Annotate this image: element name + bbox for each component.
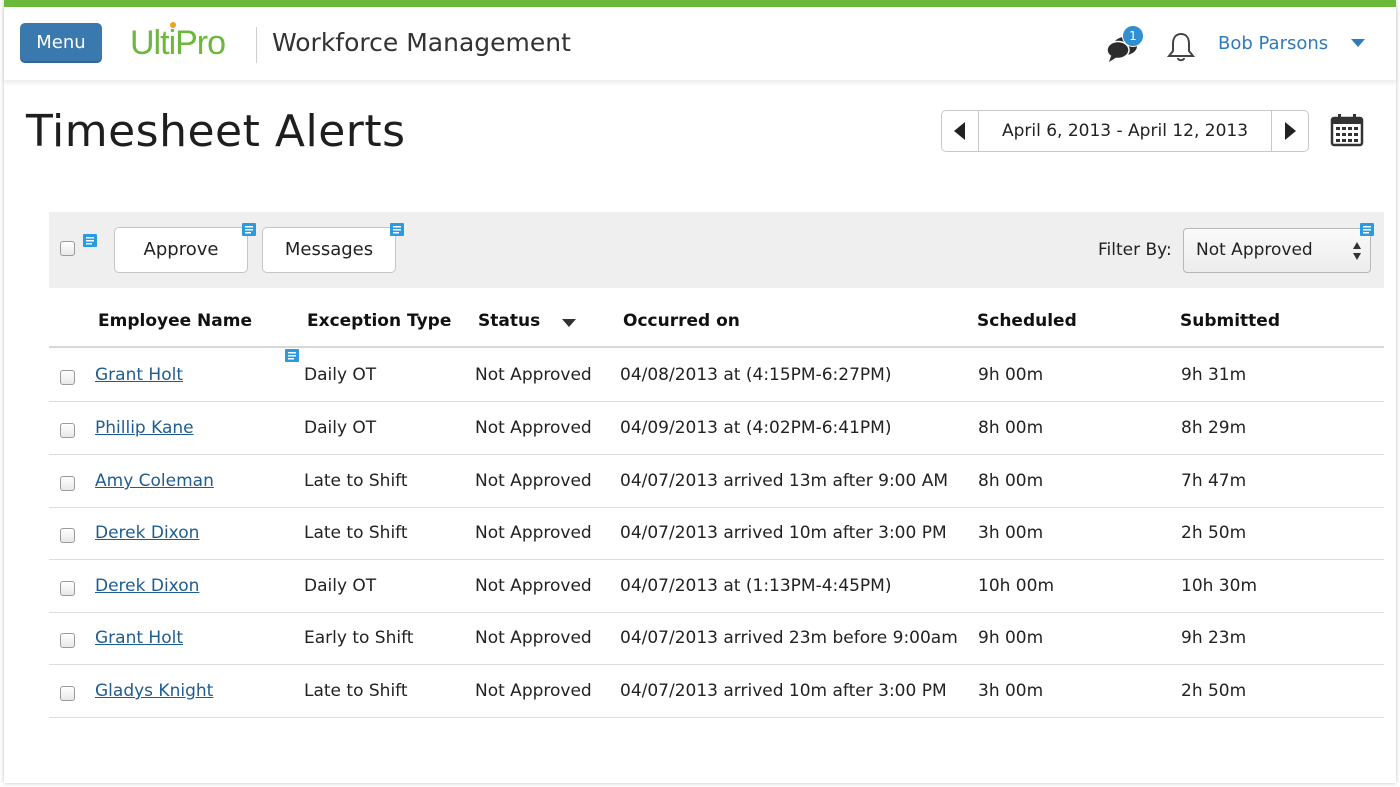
triangle-left-icon <box>954 122 965 140</box>
scheduled-cell: 9h 00m <box>978 365 1044 385</box>
occurred-on-cell: 04/07/2013 arrived 10m after 3:00 PM <box>620 681 947 701</box>
scheduled-cell: 8h 00m <box>978 471 1044 491</box>
submitted-cell: 2h 50m <box>1181 523 1247 543</box>
column-header-scheduled[interactable]: Scheduled <box>977 309 1077 333</box>
occurred-on-cell: 04/07/2013 arrived 10m after 3:00 PM <box>620 523 947 543</box>
sort-descending-icon[interactable] <box>562 318 576 328</box>
row-checkbox[interactable] <box>60 686 75 701</box>
table-row: Grant Holt Daily OT Not Approved 04/08/2… <box>49 349 1384 402</box>
status-cell: Not Approved <box>475 576 592 596</box>
status-cell: Not Approved <box>475 418 592 438</box>
calendar-icon[interactable] <box>1330 113 1364 147</box>
status-cell: Not Approved <box>475 471 592 491</box>
scheduled-cell: 3h 00m <box>978 681 1044 701</box>
bell-icon[interactable] <box>1166 31 1196 63</box>
employee-name-link[interactable]: Derek Dixon <box>95 574 199 598</box>
occurred-on-cell: 04/08/2013 at (4:15PM-6:27PM) <box>620 365 892 385</box>
row-checkbox[interactable] <box>60 423 75 438</box>
table-row: Gladys Knight Late to Shift Not Approved… <box>49 665 1384 718</box>
status-cell: Not Approved <box>475 365 592 385</box>
exception-type-cell: Late to Shift <box>304 681 408 701</box>
status-cell: Not Approved <box>475 628 592 648</box>
menu-button[interactable]: Menu <box>20 23 102 63</box>
logo-divider <box>256 27 257 63</box>
previous-week-button[interactable] <box>942 111 979 151</box>
note-icon <box>242 223 256 236</box>
note-icon <box>1360 223 1374 236</box>
filter-selected-value: Not Approved <box>1196 240 1313 260</box>
submitted-cell: 9h 31m <box>1181 365 1247 385</box>
table-row: Derek Dixon Daily OT Not Approved 04/07/… <box>49 560 1384 613</box>
occurred-on-cell: 04/07/2013 at (1:13PM-4:45PM) <box>620 576 892 596</box>
app-window: Menu Ulti Pro Workforce Management 1 Bob … <box>4 0 1396 783</box>
approve-button[interactable]: Approve <box>114 227 248 273</box>
row-checkbox[interactable] <box>60 581 75 596</box>
app-title: Workforce Management <box>272 28 571 57</box>
occurred-on-cell: 04/07/2013 arrived 13m after 9:00 AM <box>620 471 949 491</box>
page-title: Timesheet Alerts <box>26 106 406 157</box>
note-icon <box>83 234 97 247</box>
submitted-cell: 8h 29m <box>1181 418 1247 438</box>
exception-type-cell: Early to Shift <box>304 628 414 648</box>
exception-type-cell: Late to Shift <box>304 471 408 491</box>
submitted-cell: 9h 23m <box>1181 628 1247 648</box>
column-header-submitted[interactable]: Submitted <box>1180 309 1280 333</box>
next-week-button[interactable] <box>1271 111 1308 151</box>
messages-count-badge: 1 <box>1122 25 1144 47</box>
table-row: Phillip Kane Daily OT Not Approved 04/09… <box>49 402 1384 455</box>
table-row: Grant Holt Early to Shift Not Approved 0… <box>49 612 1384 665</box>
table-row: Derek Dixon Late to Shift Not Approved 0… <box>49 507 1384 560</box>
top-navigation-bar: Menu Ulti Pro Workforce Management 1 Bob … <box>4 7 1396 80</box>
scheduled-cell: 8h 00m <box>978 418 1044 438</box>
employee-name-link[interactable]: Grant Holt <box>95 626 183 650</box>
messages-button[interactable]: Messages <box>262 227 396 273</box>
caret-down-icon[interactable] <box>1350 37 1366 49</box>
exception-type-cell: Daily OT <box>304 365 377 385</box>
filter-select[interactable]: Not Approved <box>1183 228 1371 273</box>
user-name-menu[interactable]: Bob Parsons <box>1218 32 1328 56</box>
column-header-exception-type[interactable]: Exception Type <box>307 309 451 333</box>
employee-name-link[interactable]: Grant Holt <box>95 363 183 387</box>
scheduled-cell: 10h 00m <box>978 576 1055 596</box>
triangle-right-icon <box>1285 122 1296 140</box>
header-divider <box>49 346 1384 348</box>
occurred-on-cell: 04/09/2013 at (4:02PM-6:41PM) <box>620 418 892 438</box>
ultipro-logo: Ulti Pro <box>130 22 226 62</box>
scheduled-cell: 9h 00m <box>978 628 1044 648</box>
brand-accent-bar <box>4 0 1396 7</box>
column-header-status[interactable]: Status <box>478 309 540 333</box>
date-range-label: April 6, 2013 - April 12, 2013 <box>1001 121 1249 141</box>
occurred-on-cell: 04/07/2013 arrived 23m before 9:00am <box>620 628 958 648</box>
date-range-navigator: April 6, 2013 - April 12, 2013 <box>941 110 1309 152</box>
column-header-occurred-on[interactable]: Occurred on <box>623 309 740 333</box>
select-all-checkbox[interactable] <box>60 241 75 256</box>
exception-type-cell: Late to Shift <box>304 523 408 543</box>
row-checkbox[interactable] <box>60 528 75 543</box>
exception-type-cell: Daily OT <box>304 418 377 438</box>
submitted-cell: 10h 30m <box>1181 576 1258 596</box>
row-checkbox[interactable] <box>60 370 75 385</box>
exception-type-cell: Daily OT <box>304 576 377 596</box>
filter-by-label: Filter By: <box>1098 240 1172 260</box>
submitted-cell: 7h 47m <box>1181 471 1247 491</box>
submitted-cell: 2h 50m <box>1181 681 1247 701</box>
status-cell: Not Approved <box>475 681 592 701</box>
scheduled-cell: 3h 00m <box>978 523 1044 543</box>
note-icon <box>390 223 404 236</box>
employee-name-link[interactable]: Phillip Kane <box>95 416 194 440</box>
table-row: Amy Coleman Late to Shift Not Approved 0… <box>49 455 1384 508</box>
employee-name-link[interactable]: Gladys Knight <box>95 679 213 703</box>
row-checkbox[interactable] <box>60 476 75 491</box>
column-header-employee-name[interactable]: Employee Name <box>98 309 252 333</box>
employee-name-link[interactable]: Amy Coleman <box>95 469 214 493</box>
row-checkbox[interactable] <box>60 633 75 648</box>
select-arrows-icon <box>1353 242 1361 260</box>
status-cell: Not Approved <box>475 523 592 543</box>
employee-name-link[interactable]: Derek Dixon <box>95 521 199 545</box>
